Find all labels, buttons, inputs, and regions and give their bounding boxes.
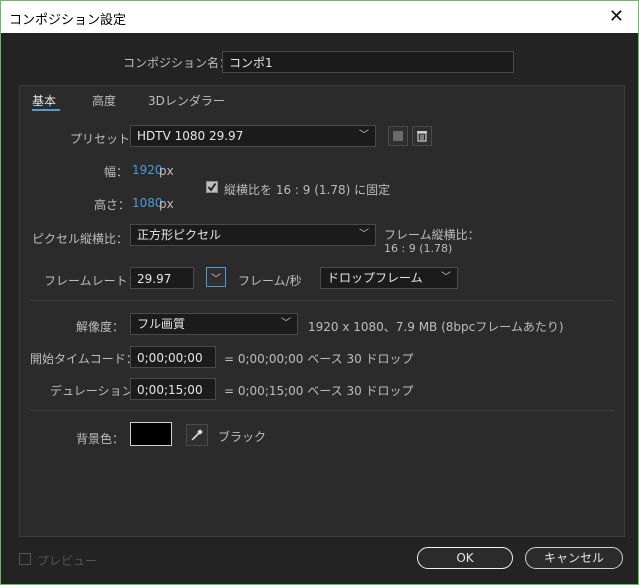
eyedropper-button[interactable] — [186, 424, 208, 446]
frame-aspect-label: フレーム縦横比： — [384, 228, 480, 242]
ok-button-label: OK — [456, 551, 474, 565]
trash-icon — [417, 131, 427, 142]
composition-settings-dialog: コンポジション設定 ✕ コンポジション名： コンポ1 基本 高度 3Dレンダラー… — [0, 0, 639, 585]
tab-advanced[interactable]: 高度 — [92, 92, 116, 109]
start-timecode-input[interactable]: 0;00;00;00 — [130, 346, 216, 368]
preset-select[interactable]: HDTV 1080 29.97 ﹀ — [130, 125, 376, 147]
tab-basic[interactable]: 基本 — [32, 92, 56, 109]
duration-note: = 0;00;15;00 ベース 30 ドロップ — [224, 384, 414, 398]
save-preset-button[interactable] — [388, 126, 408, 146]
titlebar: コンポジション設定 ✕ — [1, 1, 638, 33]
divider — [30, 300, 614, 301]
resolution-info: 1920 x 1080、7.9 MB (8bpcフレームあたり) — [308, 320, 564, 334]
chevron-down-icon: ﹀ — [359, 229, 369, 240]
height-label: 高さ： — [94, 198, 131, 212]
tab-underline — [32, 109, 60, 111]
frame-rate-unit: フレーム/秒 — [238, 274, 302, 288]
height-unit: px — [159, 197, 174, 211]
comp-name-input[interactable]: コンポ1 — [222, 51, 514, 73]
preview-checkbox[interactable] — [19, 553, 31, 565]
preview-label: プレビュー — [37, 554, 98, 568]
window-title: コンポジション設定 — [9, 13, 127, 28]
bg-color-name: ブラック — [218, 430, 267, 444]
cancel-button[interactable]: キャンセル — [525, 547, 623, 569]
frame-rate-label: フレームレート： — [44, 274, 140, 288]
height-value[interactable]: 1080 — [132, 196, 163, 210]
bg-color-label: 背景色： — [76, 432, 125, 446]
save-preset-icon — [393, 131, 403, 141]
preset-value: HDTV 1080 29.97 — [137, 129, 244, 143]
lock-aspect-checkbox[interactable] — [206, 181, 218, 193]
divider — [30, 410, 614, 411]
chevron-down-icon: ﹀ — [211, 273, 221, 285]
width-value[interactable]: 1920 — [132, 163, 163, 177]
frame-rate-dropdown-button[interactable]: ﹀ — [206, 267, 226, 287]
ok-button[interactable]: OK — [417, 547, 513, 569]
frame-rate-input[interactable]: 29.97 — [130, 267, 194, 289]
lock-aspect-label: 縦横比を 16 : 9 (1.78) に固定 — [224, 183, 391, 197]
close-icon[interactable]: ✕ — [609, 6, 624, 27]
delete-preset-button[interactable] — [412, 126, 432, 146]
bg-color-swatch[interactable] — [130, 422, 172, 446]
resolution-select[interactable]: フル画質 ﹀ — [130, 313, 298, 335]
cancel-button-label: キャンセル — [543, 551, 604, 565]
tab-3d-renderer[interactable]: 3Dレンダラー — [148, 92, 225, 109]
resolution-label: 解像度： — [76, 320, 125, 334]
eyedropper-icon — [191, 429, 203, 441]
pixel-aspect-select[interactable]: 正方形ピクセル ﹀ — [130, 224, 376, 246]
width-label: 幅： — [104, 165, 129, 179]
width-unit: px — [159, 164, 174, 178]
drop-frame-value: ドロップフレーム — [327, 271, 423, 285]
pixel-aspect-label: ピクセル縦横比： — [32, 232, 129, 246]
resolution-value: フル画質 — [137, 317, 186, 331]
basic-panel: 基本 高度 3Dレンダラー プリセット： HDTV 1080 29.97 ﹀ 幅… — [19, 85, 625, 537]
chevron-down-icon: ﹀ — [441, 272, 451, 283]
chevron-down-icon: ﹀ — [281, 318, 291, 329]
start-timecode-label: 開始タイムコード： — [30, 352, 138, 366]
drop-frame-select[interactable]: ドロップフレーム ﹀ — [320, 267, 458, 289]
start-timecode-note: = 0;00;00;00 ベース 30 ドロップ — [224, 352, 414, 366]
comp-name-label: コンポジション名： — [123, 56, 232, 70]
frame-aspect-value: 16 : 9 (1.78) — [384, 242, 453, 255]
checkmark-icon — [207, 182, 217, 192]
duration-input[interactable]: 0;00;15;00 — [130, 378, 216, 400]
pixel-aspect-value: 正方形ピクセル — [137, 228, 222, 242]
chevron-down-icon: ﹀ — [359, 130, 369, 141]
